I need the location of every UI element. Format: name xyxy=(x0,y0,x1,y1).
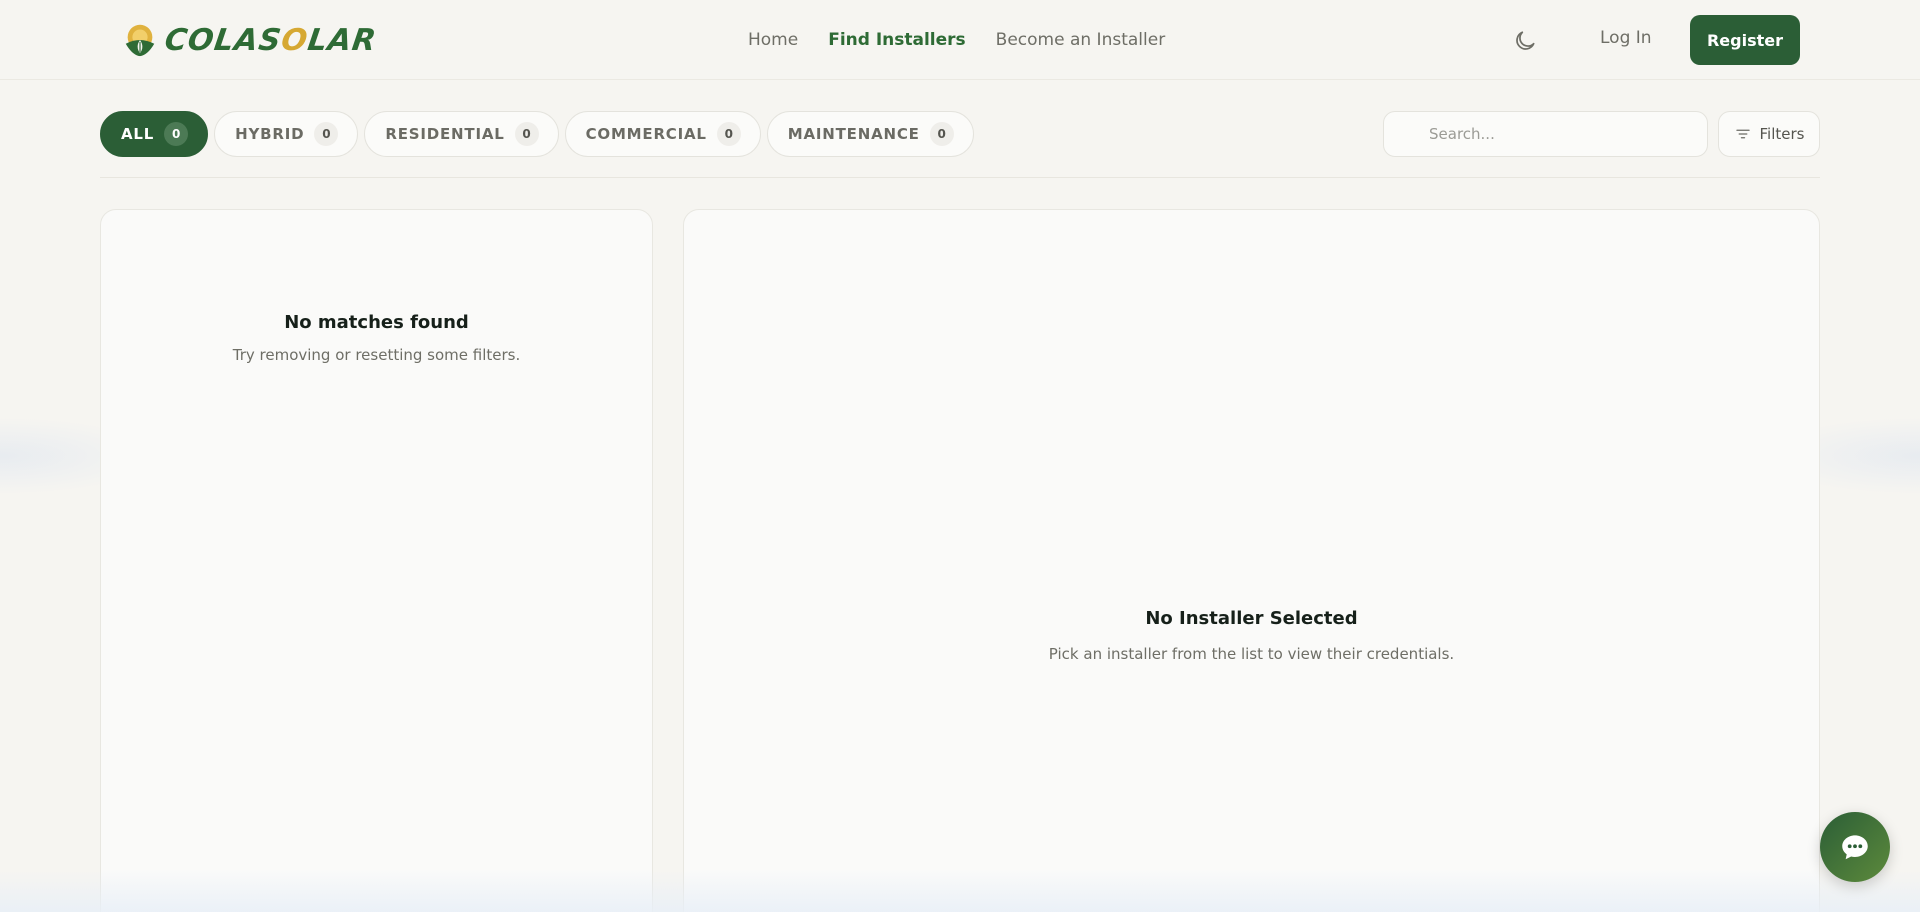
nav-home[interactable]: Home xyxy=(748,30,798,50)
tab-count-badge: 0 xyxy=(314,122,339,146)
tab-count-badge: 0 xyxy=(164,122,189,146)
tab-label: RESIDENTIAL xyxy=(385,125,505,143)
filter-divider xyxy=(100,177,1820,178)
nav-find-installers[interactable]: Find Installers xyxy=(828,30,965,50)
tab-label: MAINTENANCE xyxy=(787,125,920,143)
tab-hybrid[interactable]: HYBRID 0 xyxy=(214,111,359,157)
chat-button[interactable] xyxy=(1820,812,1890,882)
register-button[interactable]: Register xyxy=(1690,15,1800,65)
brand-logo[interactable]: COLASOLAR xyxy=(121,20,379,60)
tab-maintenance[interactable]: MAINTENANCE 0 xyxy=(766,111,974,157)
brand-wordmark: COLASOLAR xyxy=(162,22,379,58)
filters-label: Filters xyxy=(1759,125,1805,143)
detail-empty-subtitle: Pick an installer from the list to view … xyxy=(1048,645,1455,663)
category-tabs: ALL 0 HYBRID 0 RESIDENTIAL 0 COMMERCIAL … xyxy=(100,111,974,157)
tab-all[interactable]: ALL 0 xyxy=(100,111,209,157)
list-empty-subtitle: Try removing or resetting some filters. xyxy=(232,346,521,364)
tab-label: HYBRID xyxy=(235,125,305,143)
tab-label: COMMERCIAL xyxy=(585,125,707,143)
tab-label: ALL xyxy=(121,125,155,143)
nav-become-installer[interactable]: Become an Installer xyxy=(996,30,1166,50)
tab-commercial[interactable]: COMMERCIAL 0 xyxy=(564,111,761,157)
filters-button[interactable]: Filters xyxy=(1718,111,1820,157)
top-header: COLASOLAR Home Find Installers Become an… xyxy=(0,0,1920,80)
tab-residential[interactable]: RESIDENTIAL 0 xyxy=(364,111,559,157)
installer-list-panel: No matches found Try removing or resetti… xyxy=(100,209,653,912)
chat-bubble-icon xyxy=(1842,835,1868,860)
tab-count-badge: 0 xyxy=(929,122,954,146)
search-input[interactable] xyxy=(1383,111,1708,157)
tab-count-badge: 0 xyxy=(716,122,741,146)
login-link[interactable]: Log In xyxy=(1600,28,1652,48)
filter-lines-icon xyxy=(1735,129,1750,139)
tab-count-badge: 0 xyxy=(514,122,539,146)
detail-empty-title: No Installer Selected xyxy=(1145,608,1358,629)
installer-detail-panel: No Installer Selected Pick an installer … xyxy=(683,209,1820,912)
sun-leaf-logo-icon xyxy=(125,24,155,57)
moon-icon[interactable] xyxy=(1512,28,1538,54)
list-empty-title: No matches found xyxy=(284,312,469,333)
main-nav: Home Find Installers Become an Installer xyxy=(748,0,1165,80)
